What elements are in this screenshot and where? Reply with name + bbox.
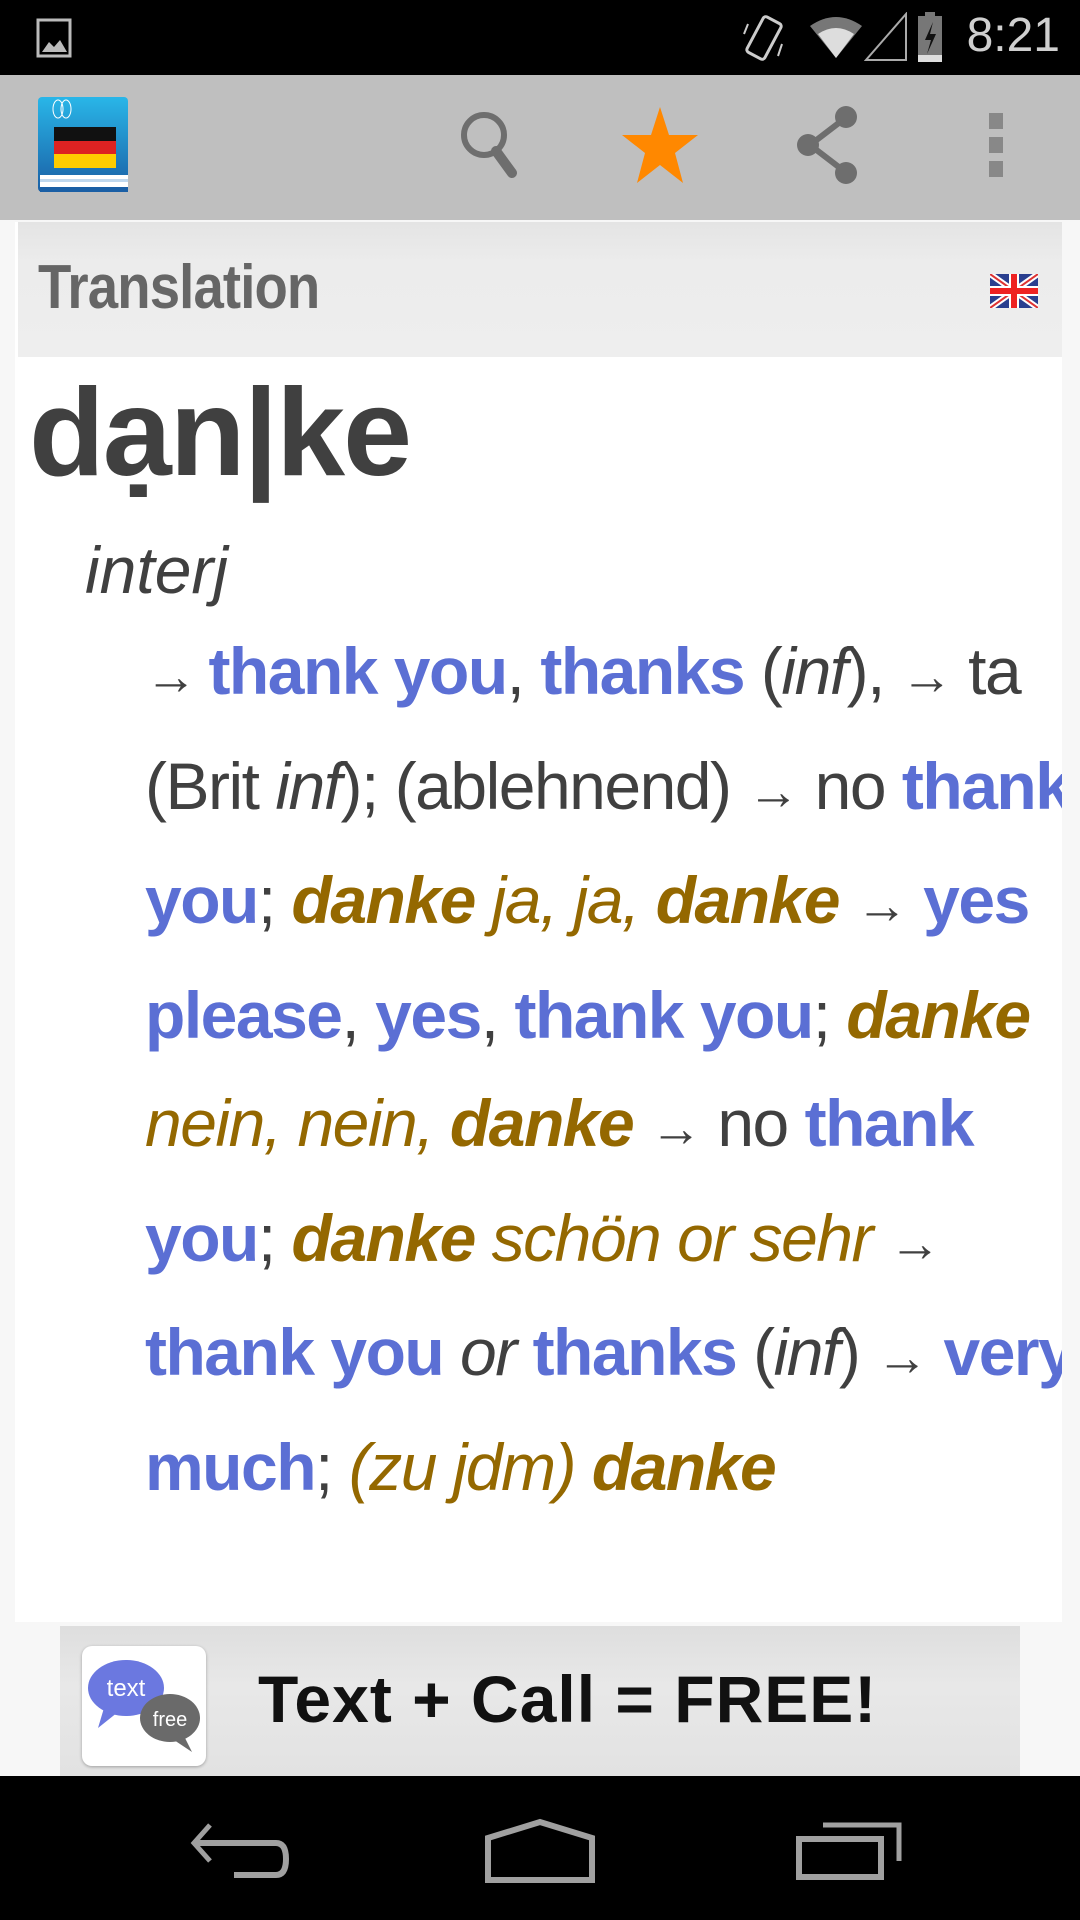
- cross-reference-arrow[interactable]: →: [145, 648, 208, 706]
- svg-text:text: text: [107, 1675, 146, 1702]
- back-icon: [190, 1823, 290, 1878]
- cross-reference-arrow[interactable]: →: [650, 1100, 702, 1158]
- entry-text: ;: [315, 1429, 349, 1504]
- entry-text: [906, 863, 923, 937]
- translation-term[interactable]: thank you: [145, 1315, 445, 1389]
- gallery-notification-icon: [36, 18, 72, 58]
- search-icon: [461, 112, 517, 178]
- svg-text:free: free: [153, 1709, 187, 1731]
- entry-text: ;: [812, 977, 847, 1052]
- entry-text: no: [700, 1086, 805, 1160]
- entry-text: ); (ablehnend): [340, 748, 748, 823]
- example-phrase: schön or sehr: [474, 1200, 889, 1275]
- entry-text: [927, 1315, 944, 1389]
- translation-term[interactable]: yes: [375, 978, 482, 1052]
- screen-rotation-icon: [743, 15, 783, 61]
- back-button[interactable]: [170, 1806, 310, 1896]
- search-button[interactable]: [442, 95, 542, 195]
- cross-reference-arrow[interactable]: →: [747, 763, 799, 821]
- cell-signal-icon: [864, 12, 907, 61]
- share-button[interactable]: [778, 95, 878, 195]
- navigation-bar: [0, 1776, 1080, 1920]
- cross-reference-arrow[interactable]: →: [856, 877, 908, 935]
- clock: 8:21: [966, 9, 1060, 62]
- example-headword: danke: [291, 1200, 477, 1275]
- cross-reference-arrow[interactable]: →: [889, 1215, 941, 1273]
- battery-charging-icon: [918, 12, 942, 62]
- overflow-menu-button[interactable]: [946, 95, 1046, 195]
- home-icon: [485, 1818, 595, 1883]
- translation-term[interactable]: thank you: [208, 634, 508, 708]
- chat-bubbles-icon: text free: [88, 1660, 200, 1752]
- example-headword: danke: [655, 863, 841, 937]
- textfree-logo: text free: [82, 1646, 206, 1766]
- action-bar: [0, 75, 1080, 220]
- card-title: Translation: [38, 253, 320, 322]
- recents-icon: [796, 1822, 902, 1880]
- entry-text: ,: [341, 977, 376, 1052]
- example-headword: danke: [591, 1429, 777, 1504]
- status-bar: 8:21: [0, 0, 1080, 75]
- entry-text: [839, 863, 856, 937]
- entry-text: ;: [257, 863, 292, 937]
- entry-text: (: [736, 1315, 775, 1389]
- entry-text: ): [838, 1315, 877, 1389]
- example-phrase: nein, nein,: [145, 1086, 450, 1160]
- part-of-speech: interj: [85, 533, 229, 607]
- favorite-button[interactable]: [610, 95, 710, 195]
- example-headword: danke: [846, 977, 1031, 1052]
- grammar-label: inf: [773, 1315, 841, 1389]
- ad-banner[interactable]: text free Text + Call = FREE!: [60, 1626, 1020, 1776]
- home-button[interactable]: [470, 1806, 610, 1896]
- german-dictionary-app-icon[interactable]: [38, 97, 130, 195]
- translation-card: Translation dạn|ke interj → thank you, t…: [15, 222, 1062, 1622]
- example-headword: danke: [449, 1086, 635, 1160]
- entry-text: ,: [506, 634, 541, 708]
- cross-reference-arrow[interactable]: →: [876, 1329, 928, 1387]
- more-vert-icon: [989, 113, 1003, 177]
- entry-text: (: [744, 634, 783, 708]
- grammar-label: inf: [275, 748, 342, 823]
- entry-text: [633, 1086, 650, 1160]
- headword: dạn|ke: [29, 364, 412, 502]
- wifi-icon: [810, 17, 862, 58]
- example-phrase: ja, ja,: [474, 863, 656, 937]
- example-phrase: (zu jdm): [348, 1429, 592, 1504]
- cross-reference-arrow[interactable]: →: [901, 648, 953, 706]
- ad-text: Text + Call = FREE!: [258, 1662, 878, 1736]
- entry-text: ),: [846, 634, 901, 708]
- share-icon: [797, 106, 857, 184]
- translation-term[interactable]: thank you: [514, 978, 814, 1052]
- example-headword: danke: [291, 863, 477, 937]
- grammar-label: inf: [781, 634, 848, 708]
- entry-text: ;: [257, 1200, 292, 1275]
- translation-term[interactable]: thanks: [533, 1315, 738, 1389]
- grammar-label: or: [443, 1315, 533, 1389]
- recents-button[interactable]: [780, 1806, 920, 1896]
- translation-term[interactable]: thanks: [540, 634, 745, 708]
- entry-text: ,: [480, 977, 515, 1052]
- uk-flag-icon[interactable]: [990, 274, 1038, 308]
- entry-text: no: [797, 748, 902, 823]
- translation-entry: → thank you, thanks (inf), → ta (Brit in…: [145, 617, 1062, 1521]
- card-header: Translation: [18, 222, 1062, 357]
- star-icon: [622, 107, 698, 183]
